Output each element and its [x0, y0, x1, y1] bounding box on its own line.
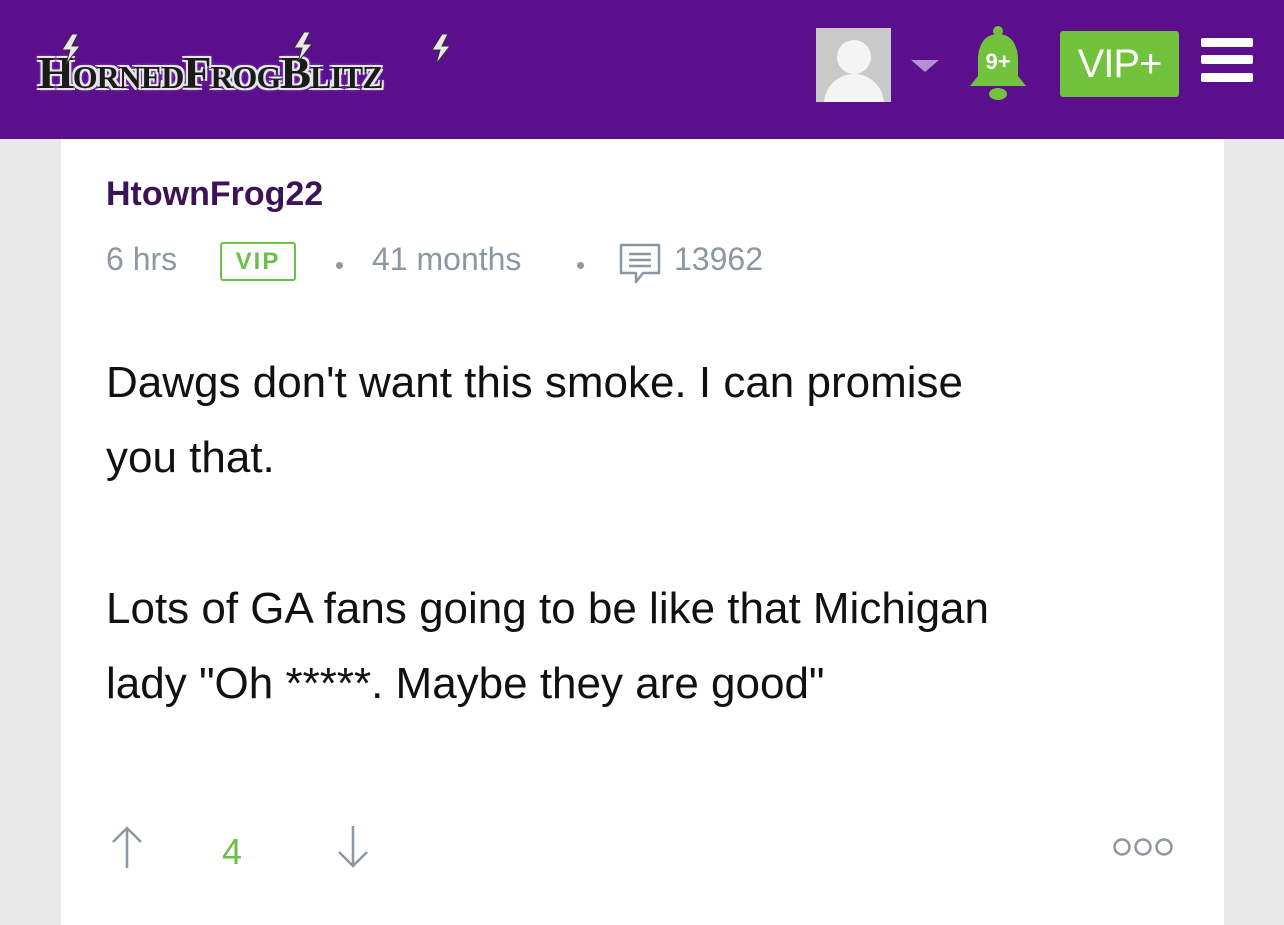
vip-plus-button[interactable]: VIP+ — [1060, 31, 1179, 97]
vote-score: 4 — [222, 831, 243, 872]
lightning-bolt-icon — [61, 34, 82, 64]
post-time[interactable]: 6 hrs — [106, 241, 177, 278]
post-author[interactable]: HtownFrog22 — [106, 175, 323, 214]
lightning-bolt-icon — [293, 32, 314, 62]
post-count: 13962 — [674, 241, 763, 277]
notification-count-badge: 9+ — [985, 49, 1011, 74]
top-navigation-bar: HornedFrogBlitz 9+ VIP+ — [0, 0, 1284, 139]
vip-badge: VIP — [220, 242, 296, 281]
dropdown-caret-icon[interactable] — [911, 60, 939, 72]
downvote-arrow-icon[interactable] — [335, 824, 371, 870]
post-text-line: you that. — [106, 433, 275, 482]
membership-length: 41 months — [372, 241, 522, 277]
menu-line — [1201, 38, 1253, 47]
more-options-icon[interactable] — [1112, 836, 1174, 858]
avatar-icon[interactable] — [816, 28, 891, 102]
post-text-line: Lots of GA fans going to be like that Mi… — [106, 584, 989, 633]
post-text-line: lady "Oh *****. Maybe they are good" — [106, 659, 825, 708]
post-text-line: Dawgs don't want this smoke. I can promi… — [106, 358, 963, 407]
lightning-bolt-icon — [431, 34, 452, 64]
separator-dot — [577, 262, 584, 269]
avatar-head — [837, 40, 871, 74]
menu-line — [1201, 55, 1253, 64]
site-logo[interactable]: HornedFrogBlitz — [38, 46, 383, 99]
comment-count-icon — [619, 243, 661, 284]
separator-dot — [336, 262, 343, 269]
hamburger-menu-icon[interactable] — [1201, 38, 1253, 82]
upvote-arrow-icon[interactable] — [109, 824, 145, 870]
avatar-body — [824, 74, 884, 102]
menu-line — [1201, 73, 1253, 82]
